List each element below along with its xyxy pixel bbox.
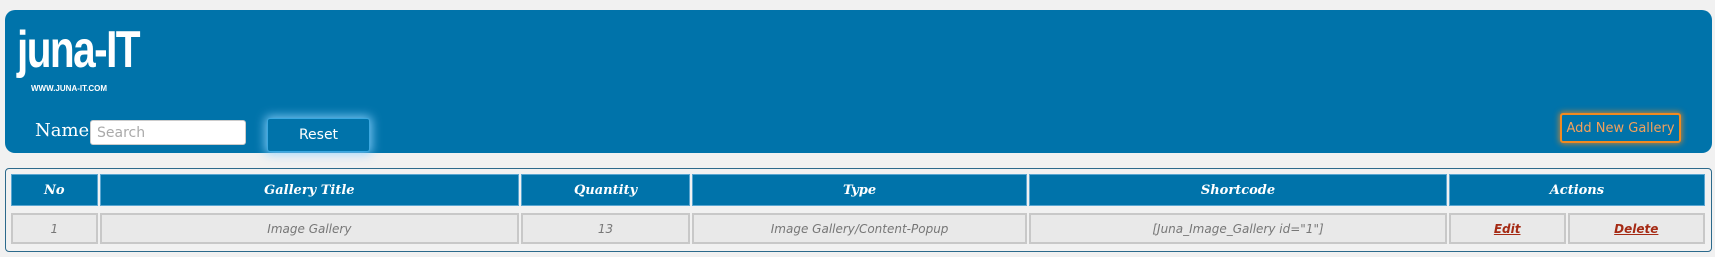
column-header-actions: Actions	[1448, 174, 1705, 206]
cell-delete: Delete	[1567, 213, 1705, 244]
logo-subtitle: WWW.JUNA-IT.COM	[31, 84, 107, 93]
gallery-table: No Gallery Title Quantity Type Shortcode…	[9, 172, 1707, 246]
column-header-shortcode: Shortcode	[1029, 174, 1447, 206]
logo-title: juna-IT	[17, 21, 141, 79]
table-row: 1 Image Gallery 13 Image Gallery/Content…	[11, 213, 1705, 244]
edit-link[interactable]: Edit	[1494, 222, 1521, 236]
juna-it-logo: juna-IT WWW.JUNA-IT.COM	[13, 16, 153, 102]
cell-shortcode: [Juna_Image_Gallery id="1"]	[1029, 213, 1447, 244]
cell-quantity: 13	[521, 213, 690, 244]
search-input[interactable]	[90, 120, 246, 145]
add-new-gallery-button[interactable]: Add New Gallery	[1560, 113, 1681, 143]
column-header-type: Type	[691, 174, 1028, 206]
gallery-header-panel: juna-IT WWW.JUNA-IT.COM Name: Reset Add …	[5, 10, 1712, 153]
name-filter-label: Name:	[35, 120, 96, 141]
column-header-gallery-title: Gallery Title	[99, 174, 520, 206]
cell-no: 1	[11, 213, 98, 244]
column-header-no: No	[11, 174, 98, 206]
cell-edit: Edit	[1448, 213, 1566, 244]
reset-button[interactable]: Reset	[267, 118, 370, 152]
cell-gallery-title: Image Gallery	[99, 213, 520, 244]
delete-link[interactable]: Delete	[1614, 222, 1658, 236]
gallery-table-container: No Gallery Title Quantity Type Shortcode…	[5, 168, 1712, 252]
column-header-quantity: Quantity	[521, 174, 690, 206]
table-header-row: No Gallery Title Quantity Type Shortcode…	[11, 174, 1705, 206]
cell-type: Image Gallery/Content-Popup	[691, 213, 1028, 244]
